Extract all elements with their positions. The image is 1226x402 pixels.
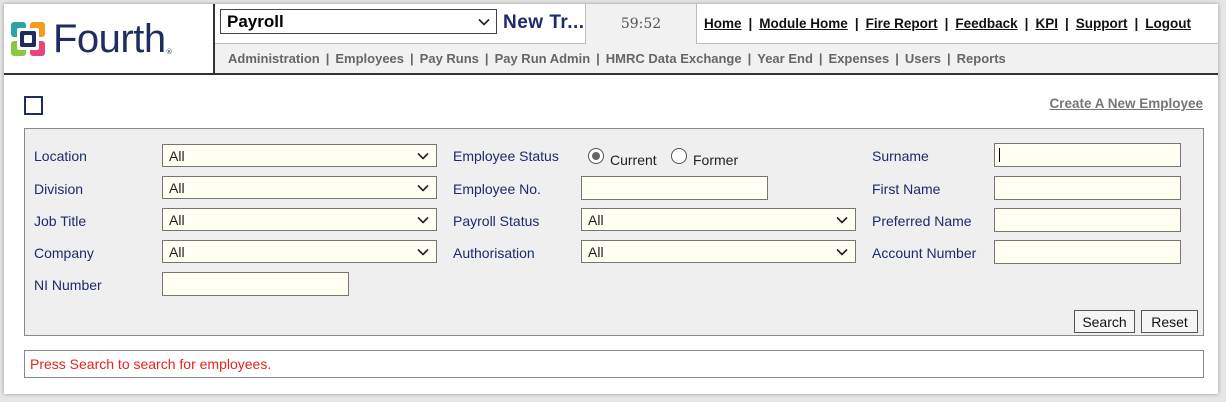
employee-no-input[interactable] <box>581 176 768 200</box>
module-title: New Tr... <box>503 12 585 33</box>
sub-nav-pay-run-admin[interactable]: Pay Run Admin <box>495 51 591 66</box>
nav-fire-report-link[interactable]: Fire Report <box>866 16 938 31</box>
chevron-down-icon <box>836 248 848 256</box>
payroll-status-label: Payroll Status <box>453 213 540 229</box>
module-select-value: Payroll <box>227 11 284 31</box>
division-select-value: All <box>169 179 185 196</box>
employee-no-label: Employee No. <box>453 181 541 197</box>
account-number-label: Account Number <box>872 245 977 261</box>
sub-nav-separator: | <box>747 51 752 66</box>
sub-nav-reports[interactable]: Reports <box>957 51 1006 66</box>
chevron-down-icon <box>417 152 429 160</box>
select-checkbox[interactable] <box>24 96 43 115</box>
chevron-down-icon <box>836 216 848 224</box>
nav-module-home-link[interactable]: Module Home <box>759 16 848 31</box>
job-title-select-value: All <box>169 211 185 228</box>
surname-label: Surname <box>872 148 929 164</box>
account-number-input[interactable] <box>994 240 1181 264</box>
sub-nav-separator: | <box>484 51 489 66</box>
module-select[interactable]: Payroll <box>220 9 497 34</box>
chevron-down-icon <box>417 216 429 224</box>
sub-nav-separator: | <box>818 51 823 66</box>
fourth-logo[interactable]: Fourth ® <box>4 4 214 74</box>
nav-logout-link[interactable]: Logout <box>1145 16 1191 31</box>
preferred-name-label: Preferred Name <box>872 213 972 229</box>
chevron-down-icon <box>417 248 429 256</box>
nav-feedback-link[interactable]: Feedback <box>955 16 1017 31</box>
sub-nav-separator: | <box>596 51 600 66</box>
job-title-select[interactable]: All <box>162 208 437 231</box>
header-top-bar: Payroll New Tr... 59:52 Home | Module Home… <box>215 4 1218 44</box>
sub-nav-administration[interactable]: Administration <box>228 51 320 66</box>
chevron-down-icon <box>417 184 429 192</box>
location-select[interactable]: All <box>162 144 437 167</box>
nav-separator: | <box>1024 16 1029 31</box>
location-select-value: All <box>169 147 185 164</box>
reset-button[interactable]: Reset <box>1141 310 1198 333</box>
surname-input[interactable] <box>994 143 1181 167</box>
status-former-label: Former <box>693 152 739 168</box>
nav-separator: | <box>1134 16 1139 31</box>
nav-separator: | <box>748 16 753 31</box>
company-label: Company <box>34 245 94 261</box>
first-name-input[interactable] <box>994 176 1181 200</box>
status-current-radio[interactable] <box>588 148 604 164</box>
search-button[interactable]: Search <box>1074 310 1135 333</box>
nav-kpi-link[interactable]: KPI <box>1035 16 1058 31</box>
sub-nav: Administration | Employees | Pay Runs | Pay Ru… <box>228 51 1006 66</box>
nav-home-link[interactable]: Home <box>704 16 742 31</box>
chevron-down-icon <box>478 18 490 26</box>
status-former-radio[interactable] <box>671 148 687 164</box>
ni-number-label: NI Number <box>34 277 102 293</box>
ni-number-input[interactable] <box>162 272 349 296</box>
location-label: Location <box>34 148 87 164</box>
sub-nav-employees[interactable]: Employees <box>335 51 404 66</box>
create-new-employee-link[interactable]: Create A New Employee <box>1049 96 1203 111</box>
nav-separator: | <box>944 16 949 31</box>
status-current-label: Current <box>610 152 657 168</box>
company-select[interactable]: All <box>162 240 437 263</box>
authorisation-select-value: All <box>588 243 604 260</box>
sub-nav-separator: | <box>325 51 330 66</box>
nav-separator: | <box>854 16 859 31</box>
sub-nav-separator: | <box>410 51 414 66</box>
status-message: Press Search to search for employees. <box>30 356 272 372</box>
payroll-status-select[interactable]: All <box>581 208 856 231</box>
authorisation-label: Authorisation <box>453 245 535 261</box>
division-label: Division <box>34 181 84 197</box>
authorisation-select[interactable]: All <box>581 240 856 263</box>
text-caret <box>999 148 1000 162</box>
session-timer: 59:52 <box>585 4 697 44</box>
header-rule <box>4 73 1218 75</box>
fourth-logo-icon <box>11 22 45 56</box>
nav-support-link[interactable]: Support <box>1076 16 1128 31</box>
company-select-value: All <box>169 243 185 260</box>
status-message-box: Press Search to search for employees. <box>24 350 1204 378</box>
sub-nav-pay-runs[interactable]: Pay Runs <box>420 51 479 66</box>
sub-nav-hmrc-data-exchange[interactable]: HMRC Data Exchange <box>606 51 742 66</box>
employee-status-label: Employee Status <box>453 148 559 164</box>
first-name-label: First Name <box>872 181 941 197</box>
registered-mark: ® <box>165 48 173 56</box>
sub-nav-year-end[interactable]: Year End <box>757 51 813 66</box>
sub-nav-separator: | <box>895 51 899 66</box>
employee-search-panel: Location All Division All Job Title All … <box>24 128 1204 336</box>
sub-nav-bar: Administration | Employees | Pay Runs | Pay Ru… <box>215 44 1218 73</box>
nav-separator: | <box>1064 16 1069 31</box>
sub-nav-expenses[interactable]: Expenses <box>829 51 890 66</box>
division-select[interactable]: All <box>162 176 437 199</box>
brand-name: Fourth <box>53 16 166 61</box>
sub-nav-users[interactable]: Users <box>905 51 941 66</box>
preferred-name-input[interactable] <box>994 208 1181 232</box>
payroll-status-select-value: All <box>588 211 604 228</box>
sub-nav-separator: | <box>947 51 951 66</box>
job-title-label: Job Title <box>34 213 87 229</box>
top-nav: Home | Module Home | Fire Report | Feedback | KP… <box>704 16 1191 31</box>
page: Fourth ® Payroll New Tr... 59:52 Home | Mo… <box>4 4 1218 394</box>
